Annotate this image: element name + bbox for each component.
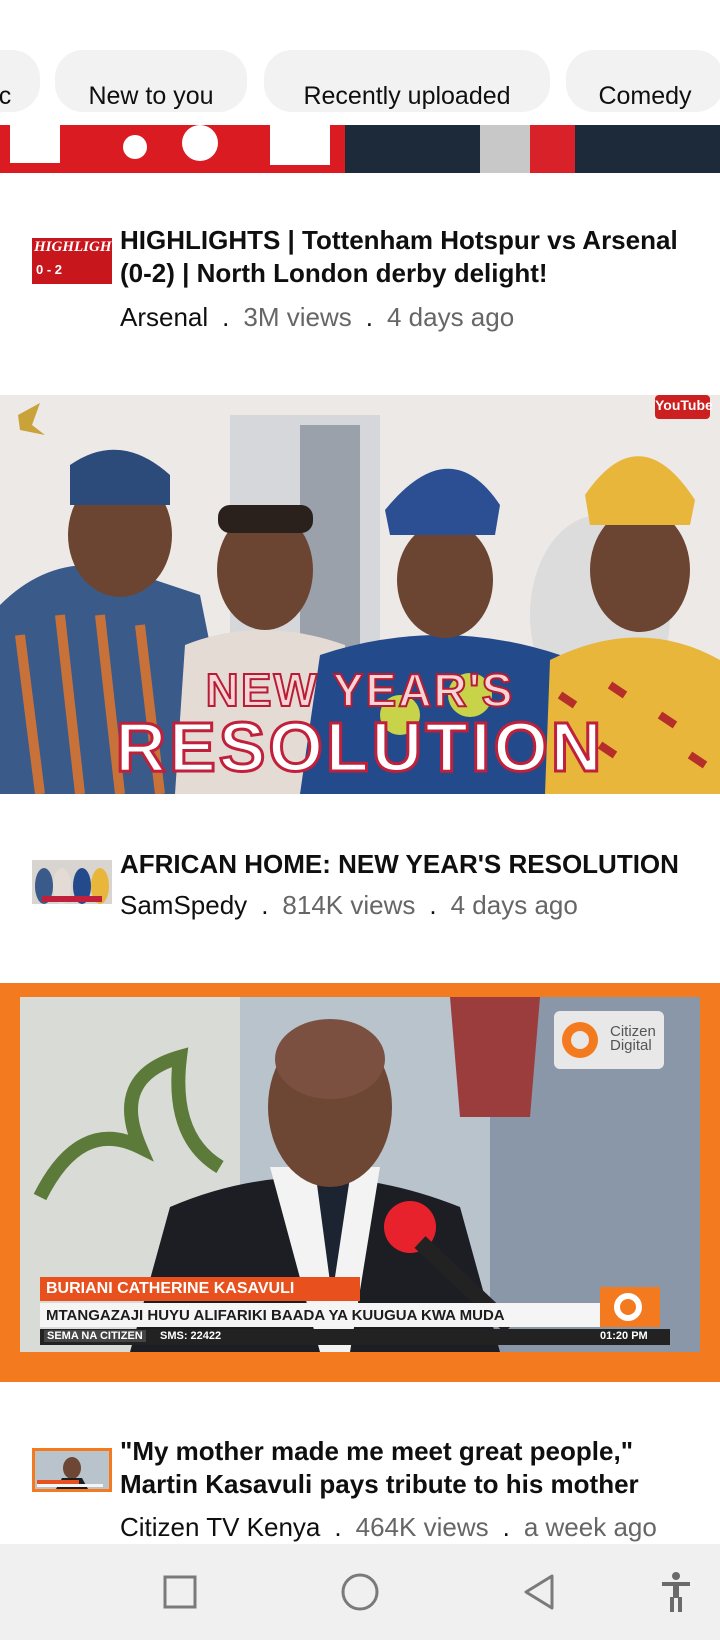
- citizen-logo-box: [600, 1287, 660, 1327]
- video-title[interactable]: "My mother made me meet great people," M…: [120, 1435, 700, 1501]
- video-subtitle: SamSpedy. 814K views. 4 days ago: [120, 890, 578, 920]
- upload-age: a week ago: [523, 1512, 657, 1542]
- chip-partial[interactable]: c: [0, 50, 40, 112]
- category-chips-bar: c New to you Recently uploaded Comedy: [0, 0, 720, 125]
- ticker-title-bar: BURIANI CATHERINE KASAVULI: [40, 1277, 360, 1301]
- ticker-title: BURIANI CATHERINE KASAVULI: [46, 1280, 295, 1297]
- accessibility-icon[interactable]: [654, 1570, 698, 1614]
- system-navigation-bar: [0, 1544, 720, 1640]
- back-icon[interactable]: [518, 1570, 562, 1614]
- channel-name[interactable]: SamSpedy: [120, 890, 247, 920]
- video-title[interactable]: AFRICAN HOME: NEW YEAR'S RESOLUTION: [120, 848, 700, 881]
- youtube-badge: YouTube: [655, 397, 713, 413]
- channel-avatar[interactable]: [32, 1448, 112, 1492]
- logo-line2: Digital: [610, 1037, 652, 1054]
- view-count: 3M views: [243, 302, 352, 332]
- home-icon[interactable]: [338, 1570, 382, 1614]
- channel-avatar[interactable]: [32, 860, 112, 904]
- avatar-label: HIGHLIGHTS: [34, 239, 112, 255]
- channel-name[interactable]: Citizen TV Kenya: [120, 1512, 320, 1542]
- thumb-title-line2: RESOLUTION: [114, 707, 605, 788]
- video-title[interactable]: HIGHLIGHTS | Tottenham Hotspur vs Arsena…: [120, 224, 700, 290]
- video-subtitle: Arsenal. 3M views. 4 days ago: [120, 302, 515, 332]
- video-thumbnail-samspedy[interactable]: YouTube NEW YEAR'S RESOLUTION: [0, 395, 720, 794]
- view-count: 814K views: [282, 890, 416, 920]
- upload-age: 4 days ago: [386, 302, 515, 332]
- video-thumbnail-arsenal[interactable]: [0, 125, 720, 173]
- upload-age: 4 days ago: [450, 890, 578, 920]
- ticker-text-bar: MTANGAZAJI HUYU ALIFARIKI BAADA YA KUUGU…: [40, 1303, 600, 1327]
- recents-icon[interactable]: [158, 1570, 202, 1614]
- video-subtitle: Citizen TV Kenya. 464K views. a week ago: [120, 1512, 657, 1542]
- avatar-score: 0 - 2: [36, 262, 63, 277]
- view-count: 464K views: [355, 1512, 489, 1542]
- video-thumbnail-citizen[interactable]: Citizen Digital BURIANI CATHERINE KASAVU…: [0, 983, 720, 1382]
- chip-comedy[interactable]: Comedy: [566, 50, 720, 112]
- channel-name[interactable]: Arsenal: [120, 302, 208, 332]
- chip-new-to-you[interactable]: New to you: [55, 50, 247, 112]
- chip-recently-uploaded[interactable]: Recently uploaded: [264, 50, 550, 112]
- ticker-text: MTANGAZAJI HUYU ALIFARIKI BAADA YA KUUGU…: [46, 1307, 505, 1324]
- channel-avatar[interactable]: HIGHLIGHTS 0 - 2: [32, 238, 112, 284]
- ticker-bottom-bar: SEMA NA CITIZEN SMS: 22422 01:20 PM: [40, 1329, 670, 1345]
